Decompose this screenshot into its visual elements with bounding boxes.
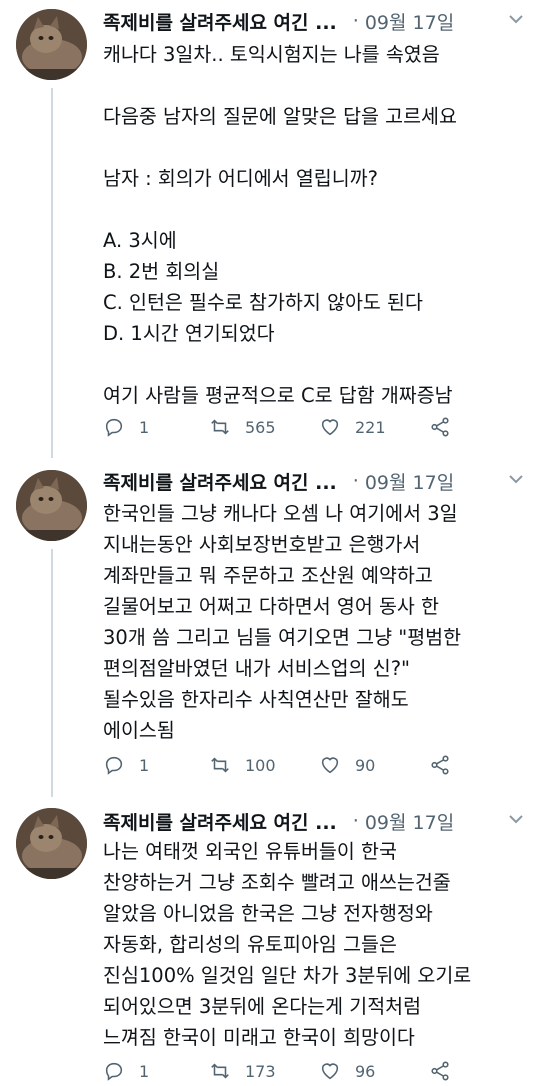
tweet-date[interactable]: 09월 17일	[365, 8, 454, 35]
avatar[interactable]	[16, 808, 87, 879]
share-icon	[431, 755, 449, 775]
chevron-down-icon[interactable]	[507, 468, 525, 490]
retweet-icon	[211, 1063, 229, 1079]
tweet-header: 족제비를 살려주세요 여긴 ... · 09월 17일	[103, 806, 525, 836]
reply-icon	[105, 756, 123, 775]
tweet-actions: 1 173 96	[103, 1056, 513, 1086]
author-name[interactable]: 족제비를 살려주세요 여긴 ...	[103, 808, 337, 835]
author-name[interactable]: 족제비를 살려주세요 여긴 ...	[103, 8, 337, 35]
reply-count: 1	[139, 755, 150, 775]
like-icon	[321, 757, 339, 774]
author-name[interactable]: 족제비를 살려주세요 여긴 ...	[103, 468, 337, 495]
like-button[interactable]: 221	[319, 412, 386, 442]
chevron-down-icon[interactable]	[507, 8, 525, 30]
separator: ·	[352, 470, 359, 492]
reply-icon	[105, 418, 123, 437]
retweet-icon	[211, 419, 229, 435]
cat-avatar-image	[16, 808, 87, 879]
share-icon	[431, 1061, 449, 1081]
reply-count: 1	[139, 417, 150, 437]
retweet-button[interactable]: 173	[209, 1056, 276, 1086]
retweet-button[interactable]: 565	[209, 412, 276, 442]
tweet-actions: 1 565 221	[103, 412, 513, 442]
chevron-down-icon[interactable]	[507, 808, 525, 830]
retweet-count: 565	[245, 417, 276, 437]
reply-icon	[105, 1062, 123, 1081]
retweet-icon	[211, 757, 229, 773]
tweet[interactable]: 족제비를 살려주세요 여긴 ... · 09월 17일 한국인들 그냥 캐나다 …	[0, 460, 539, 800]
tweet-date[interactable]: 09월 17일	[365, 808, 454, 835]
share-button[interactable]	[429, 750, 465, 780]
share-button[interactable]	[429, 1056, 465, 1086]
reply-button[interactable]: 1	[103, 412, 149, 442]
like-icon	[321, 419, 339, 436]
tweet-header: 족제비를 살려주세요 여긴 ... · 09월 17일	[103, 6, 525, 36]
tweet-header: 족제비를 살려주세요 여긴 ... · 09월 17일	[103, 466, 525, 496]
avatar[interactable]	[16, 9, 87, 80]
cat-avatar-image	[16, 470, 87, 541]
share-button[interactable]	[429, 412, 465, 442]
tweet[interactable]: 족제비를 살려주세요 여긴 ... · 09월 17일 나는 여태껏 외국인 유…	[0, 800, 539, 1081]
tweet-text: 한국인들 그냥 캐나다 오셈 나 여기에서 3일 지내는동안 사회보장번호받고 …	[103, 502, 462, 742]
tweet[interactable]: 족제비를 살려주세요 여긴 ... · 09월 17일 캐나다 3일차.. 토익…	[0, 0, 539, 460]
cat-avatar-image	[16, 9, 87, 80]
tweet-date[interactable]: 09월 17일	[365, 468, 454, 495]
like-icon	[321, 1063, 339, 1080]
tweet-actions: 1 100 90	[103, 750, 513, 780]
avatar[interactable]	[16, 470, 87, 541]
like-button[interactable]: 96	[319, 1056, 375, 1086]
like-count: 90	[355, 755, 376, 775]
separator: ·	[352, 810, 359, 832]
like-count: 221	[355, 417, 386, 437]
tweet-text: 캐나다 3일차.. 토익시험지는 나를 속였음 다음중 남자의 질문에 알맞은 …	[103, 43, 457, 407]
tweet-text: 나는 여태껏 외국인 유튜버들이 한국 찬양하는거 그냥 조회수 빨려고 애쓰는…	[103, 840, 472, 1049]
reply-button[interactable]: 1	[103, 750, 149, 780]
reply-button[interactable]: 1	[103, 1056, 149, 1086]
share-icon	[431, 417, 449, 437]
separator: ·	[352, 10, 359, 32]
retweet-count: 100	[245, 755, 276, 775]
retweet-button[interactable]: 100	[209, 750, 276, 780]
like-button[interactable]: 90	[319, 750, 375, 780]
